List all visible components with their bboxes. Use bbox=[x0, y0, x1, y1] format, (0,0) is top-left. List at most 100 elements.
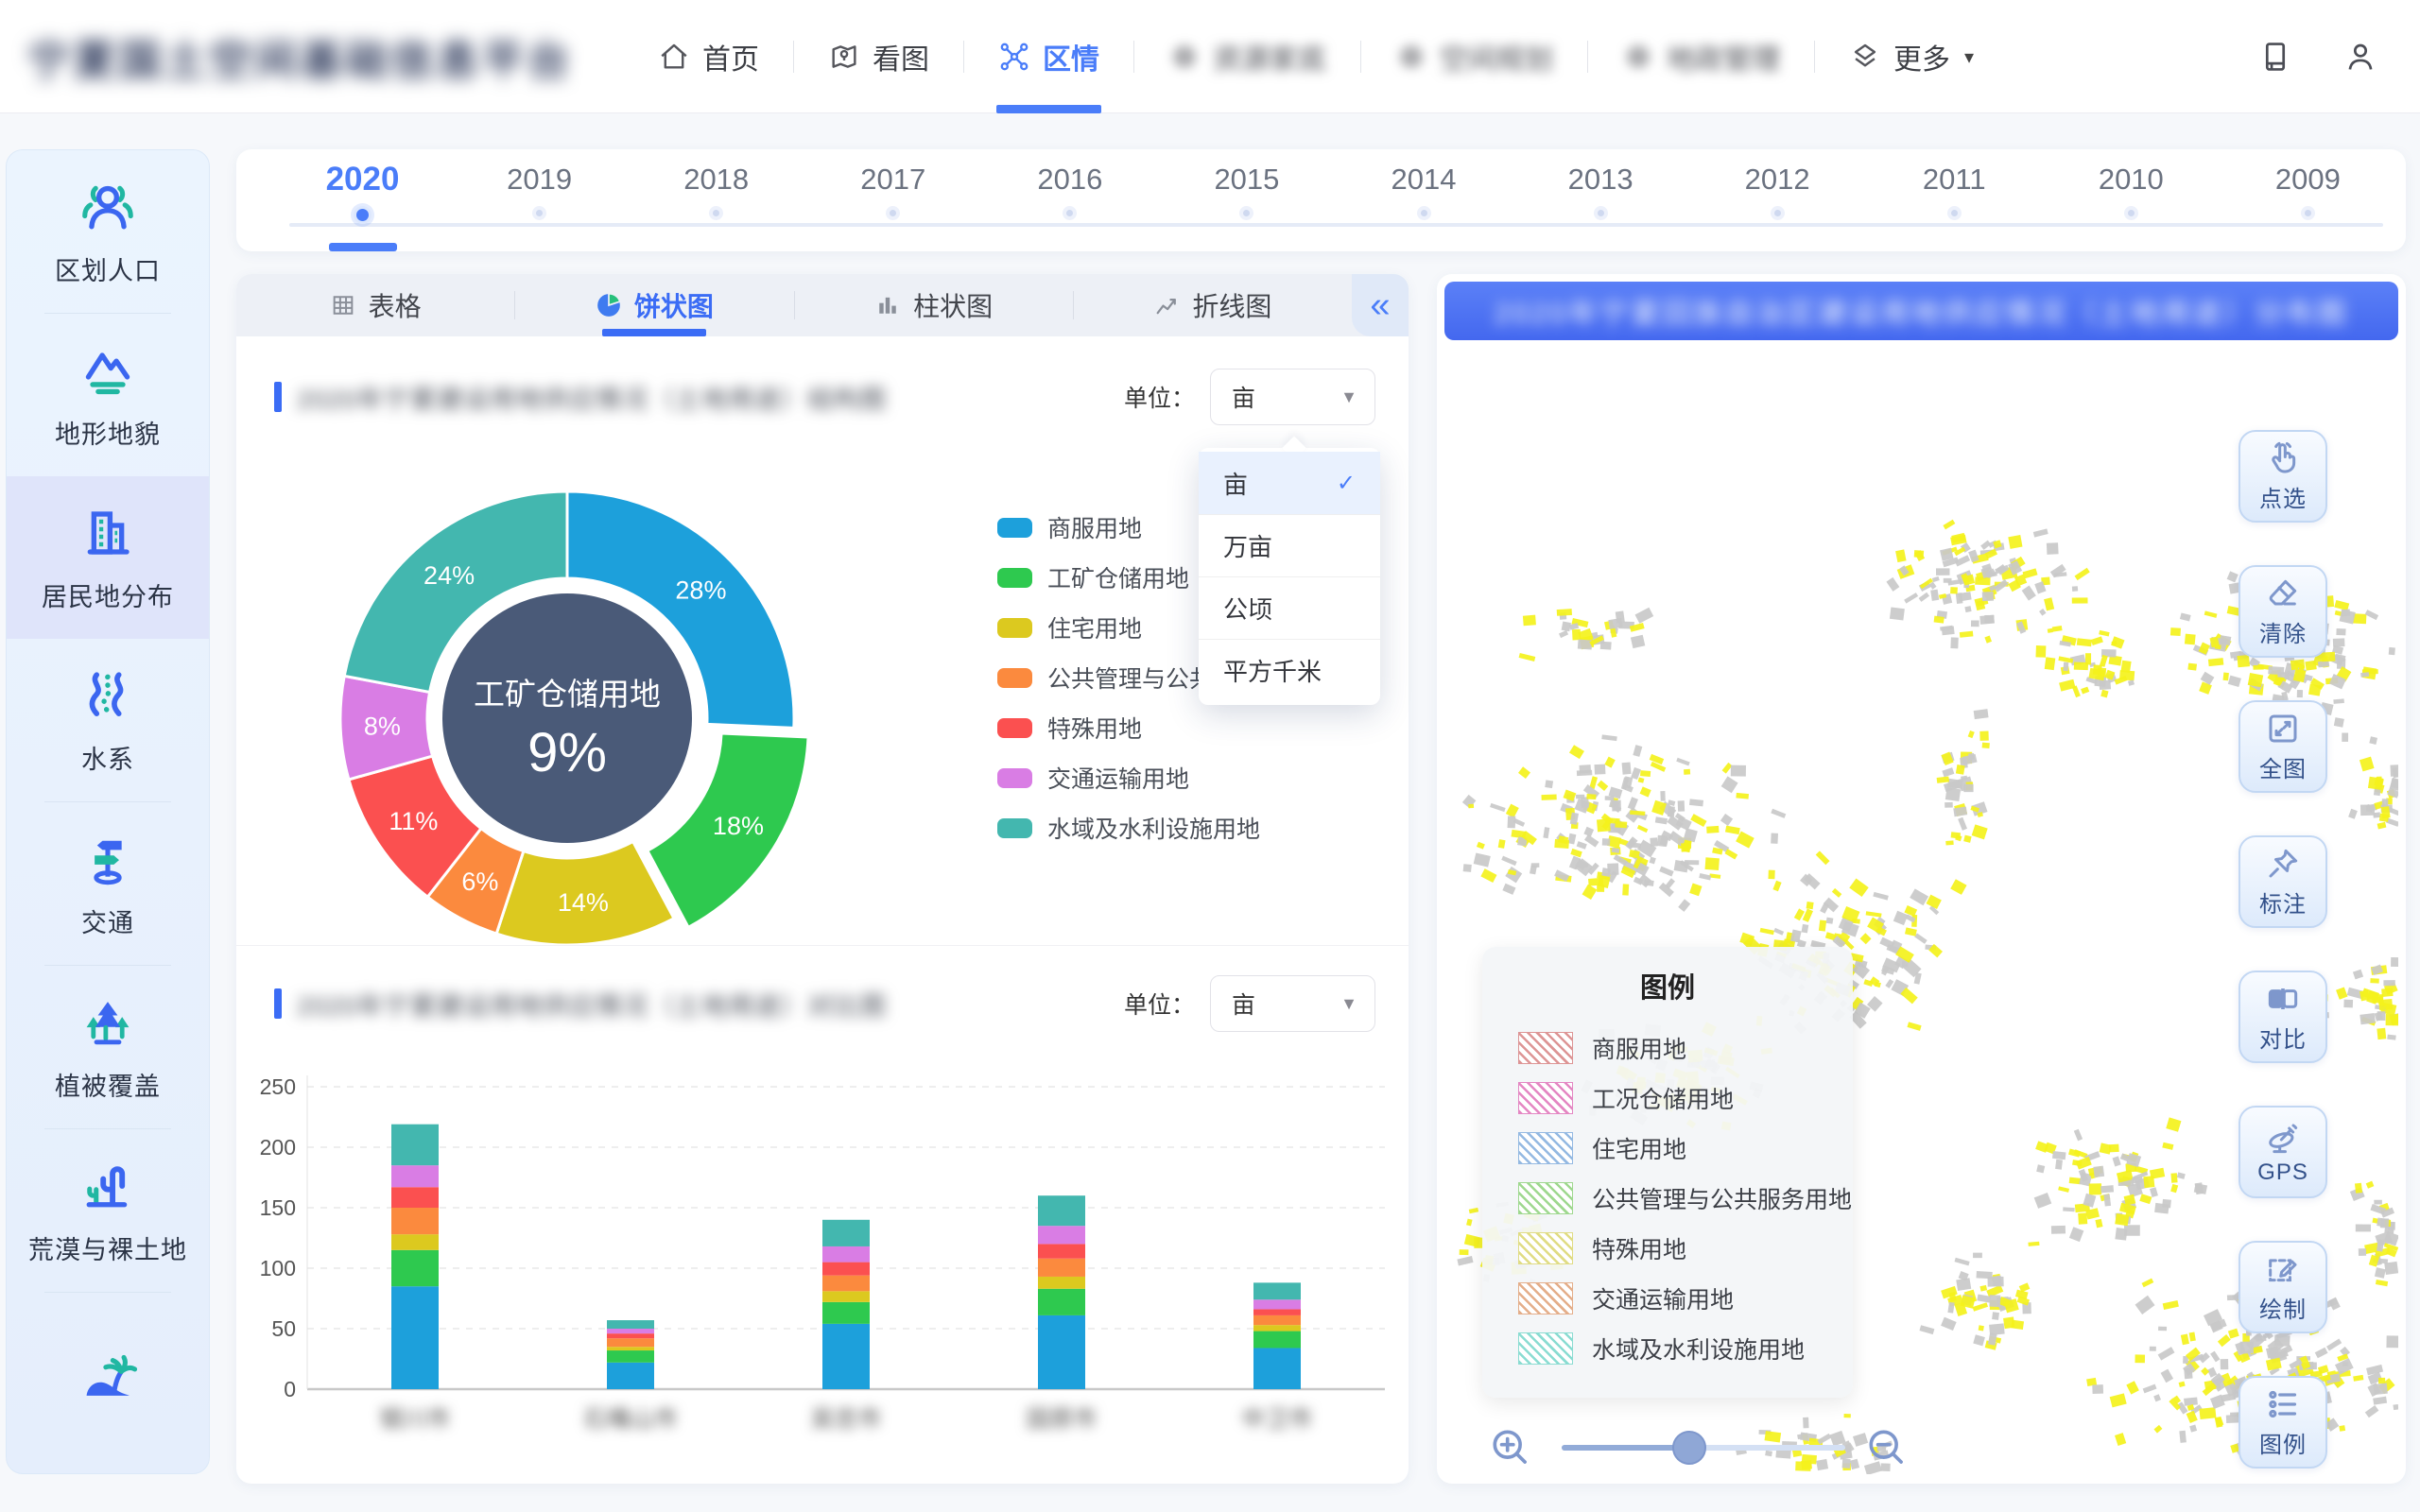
map-tool-legend[interactable]: 图例 bbox=[2238, 1376, 2327, 1469]
user-icon[interactable] bbox=[2342, 39, 2378, 75]
map-tool-pick[interactable]: 点选 bbox=[2238, 430, 2327, 523]
legend-swatch bbox=[997, 618, 1032, 638]
map-tool-draw[interactable]: 绘制 bbox=[2238, 1241, 2327, 1333]
timeline-year-2015[interactable]: 2015 bbox=[1158, 159, 1335, 224]
bar-segment-石嘴山市-公共管理与公共服务用地[interactable] bbox=[607, 1338, 654, 1347]
legend-swatch bbox=[997, 518, 1032, 538]
pie-legend-item[interactable]: 交通运输用地 bbox=[997, 761, 1307, 795]
sidebar-item-vegetation[interactable]: 植被覆盖 bbox=[7, 966, 209, 1128]
timeline-year-2016[interactable]: 2016 bbox=[981, 159, 1158, 224]
nav-item-land-admin[interactable]: 地政管理 bbox=[1588, 0, 1814, 113]
timeline-year-2009[interactable]: 2009 bbox=[2220, 159, 2396, 224]
bar-segment-吴忠市-商服用地[interactable] bbox=[822, 1324, 870, 1389]
nav-item-more[interactable]: 更多▾ bbox=[1815, 0, 2008, 113]
bar-segment-固原市-水域及水利设施用地[interactable] bbox=[1038, 1195, 1085, 1226]
timeline-year-2019[interactable]: 2019 bbox=[451, 159, 628, 224]
year-timeline-card: 2020201920182017201620152014201320122011… bbox=[236, 149, 2406, 251]
bar-segment-吴忠市-工矿仓储用地[interactable] bbox=[822, 1302, 870, 1324]
bar-segment-石嘴山市-商服用地[interactable] bbox=[607, 1363, 654, 1389]
sidebar-item-label: 区划人口 bbox=[55, 250, 161, 287]
pie-legend-item[interactable]: 特殊用地 bbox=[997, 711, 1307, 745]
bar-segment-中卫市-公共管理与公共服务用地[interactable] bbox=[1253, 1315, 1301, 1325]
timeline-year-2011[interactable]: 2011 bbox=[1866, 159, 2043, 224]
nav-item-resources[interactable]: 资源家底 bbox=[1134, 0, 1360, 113]
zoom-slider-track[interactable] bbox=[1562, 1445, 1845, 1451]
unit-option-亩[interactable]: 亩✓ bbox=[1199, 452, 1380, 514]
bar-segment-吴忠市-交通运输用地[interactable] bbox=[822, 1246, 870, 1263]
nav-item-district[interactable]: 区情 bbox=[964, 0, 1133, 113]
map-tool-label: 点选 bbox=[2259, 480, 2307, 513]
bar-segment-固原市-公共管理与公共服务用地[interactable] bbox=[1038, 1259, 1085, 1277]
bar-segment-吴忠市-特殊用地[interactable] bbox=[822, 1263, 870, 1276]
map-tool-clear[interactable]: 清除 bbox=[2238, 565, 2327, 658]
timeline-year-2012[interactable]: 2012 bbox=[1689, 159, 1866, 224]
pie-unit-select[interactable]: 亩 ▼ bbox=[1210, 369, 1375, 425]
tab-line-chart[interactable]: 折线图 bbox=[1074, 274, 1352, 336]
timeline-year-2014[interactable]: 2014 bbox=[1335, 159, 1512, 224]
zoom-out-icon[interactable] bbox=[1864, 1425, 1908, 1469]
nav-item-home[interactable]: 首页 bbox=[624, 0, 793, 113]
unit-option-万亩[interactable]: 万亩✓ bbox=[1199, 514, 1380, 576]
bar-segment-固原市-住宅用地[interactable] bbox=[1038, 1277, 1085, 1289]
map-tool-full-extent[interactable]: 全图 bbox=[2238, 700, 2327, 793]
timeline-year-2020[interactable]: 2020 bbox=[274, 159, 451, 224]
sidebar-item-settlements[interactable]: 居民地分布 bbox=[7, 476, 209, 639]
check-icon: ✓ bbox=[1337, 657, 1356, 684]
bar-segment-中卫市-住宅用地[interactable] bbox=[1253, 1325, 1301, 1331]
bar-segment-石嘴山市-工矿仓储用地[interactable] bbox=[607, 1350, 654, 1363]
y-tick-label: 50 bbox=[271, 1316, 296, 1341]
bar-segment-石嘴山市-水域及水利设施用地[interactable] bbox=[607, 1320, 654, 1329]
bar-segment-银川市-交通运输用地[interactable] bbox=[391, 1165, 439, 1187]
sidebar-item-traffic[interactable]: 交通 bbox=[7, 802, 209, 965]
pie-legend-item[interactable]: 水域及水利设施用地 bbox=[997, 811, 1307, 845]
bar-segment-固原市-交通运输用地[interactable] bbox=[1038, 1226, 1085, 1244]
bar-segment-吴忠市-水域及水利设施用地[interactable] bbox=[822, 1220, 870, 1246]
timeline-dot bbox=[1771, 206, 1785, 220]
timeline-year-2018[interactable]: 2018 bbox=[628, 159, 804, 224]
sidebar-item-desert[interactable]: 荒漠与裸土地 bbox=[7, 1129, 209, 1292]
timeline-dot bbox=[532, 206, 546, 220]
bar-segment-银川市-住宅用地[interactable] bbox=[391, 1234, 439, 1250]
sidebar-item-population[interactable]: 区划人口 bbox=[7, 150, 209, 313]
nav-item-planning[interactable]: 空间规划 bbox=[1361, 0, 1587, 113]
map-tool-annotate[interactable]: 标注 bbox=[2238, 835, 2327, 928]
bar-segment-银川市-特殊用地[interactable] bbox=[391, 1187, 439, 1208]
bar-segment-固原市-商服用地[interactable] bbox=[1038, 1315, 1085, 1389]
bar-segment-中卫市-特殊用地[interactable] bbox=[1253, 1310, 1301, 1315]
bar-segment-石嘴山市-住宅用地[interactable] bbox=[607, 1347, 654, 1350]
sidebar-item-water[interactable]: 水系 bbox=[7, 639, 209, 801]
map-tool-gps[interactable]: GPS bbox=[2238, 1106, 2327, 1198]
bar-segment-中卫市-工矿仓储用地[interactable] bbox=[1253, 1332, 1301, 1349]
bar-segment-石嘴山市-特殊用地[interactable] bbox=[607, 1333, 654, 1338]
document-icon[interactable] bbox=[2257, 39, 2293, 75]
timeline-year-2010[interactable]: 2010 bbox=[2043, 159, 2220, 224]
bar-segment-中卫市-交通运输用地[interactable] bbox=[1253, 1299, 1301, 1309]
tab-table[interactable]: 表格 bbox=[236, 274, 514, 336]
bar-segment-石嘴山市-交通运输用地[interactable] bbox=[607, 1329, 654, 1333]
app-logo[interactable]: 宁夏国土空间基础信息平台 bbox=[28, 30, 573, 83]
unit-option-公顷[interactable]: 公顷✓ bbox=[1199, 576, 1380, 639]
bar-segment-中卫市-商服用地[interactable] bbox=[1253, 1348, 1301, 1389]
bar-segment-吴忠市-住宅用地[interactable] bbox=[822, 1291, 870, 1302]
zoom-in-icon[interactable] bbox=[1488, 1425, 1531, 1469]
timeline-year-2017[interactable]: 2017 bbox=[804, 159, 981, 224]
timeline-year-2013[interactable]: 2013 bbox=[1512, 159, 1689, 224]
bar-segment-银川市-工矿仓储用地[interactable] bbox=[391, 1250, 439, 1286]
tab-pie-chart[interactable]: 饼状图 bbox=[515, 274, 793, 336]
zoom-slider-handle[interactable] bbox=[1672, 1431, 1706, 1465]
sidebar-item-terrain[interactable]: 地形地貌 bbox=[7, 314, 209, 476]
bar-segment-银川市-公共管理与公共服务用地[interactable] bbox=[391, 1208, 439, 1234]
bar-unit-select[interactable]: 亩 ▼ bbox=[1210, 975, 1375, 1032]
sidebar-item-island[interactable] bbox=[7, 1293, 209, 1455]
map-tool-compare[interactable]: 对比 bbox=[2238, 971, 2327, 1063]
bar-segment-固原市-特殊用地[interactable] bbox=[1038, 1244, 1085, 1258]
nav-item-view-map[interactable]: 看图 bbox=[794, 0, 963, 113]
bar-segment-银川市-商服用地[interactable] bbox=[391, 1286, 439, 1389]
bar-segment-固原市-工矿仓储用地[interactable] bbox=[1038, 1289, 1085, 1315]
bar-segment-银川市-水域及水利设施用地[interactable] bbox=[391, 1125, 439, 1166]
bar-segment-吴忠市-公共管理与公共服务用地[interactable] bbox=[822, 1276, 870, 1292]
tab-bar-chart[interactable]: 柱状图 bbox=[795, 274, 1073, 336]
unit-option-平方千米[interactable]: 平方千米✓ bbox=[1199, 639, 1380, 701]
collapse-panel-button[interactable]: « bbox=[1352, 274, 1409, 336]
bar-segment-中卫市-水域及水利设施用地[interactable] bbox=[1253, 1282, 1301, 1299]
